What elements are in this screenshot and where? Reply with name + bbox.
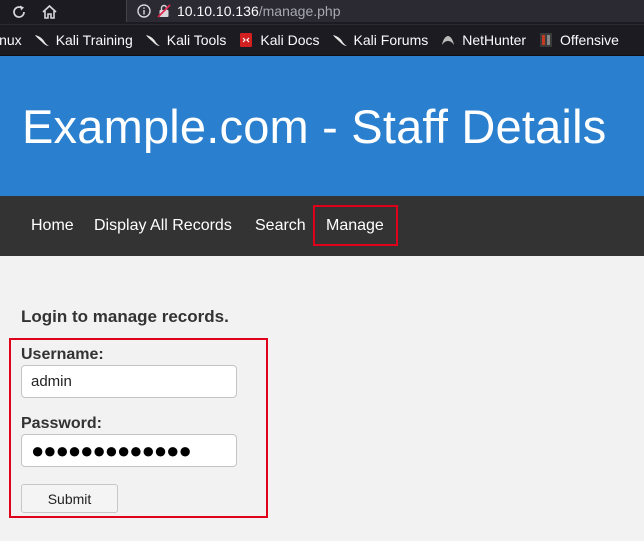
url-host: 10.10.10.136 [177,3,259,19]
browser-toolbar: 10.10.10.136/manage.php [0,0,644,24]
password-mask: ●●●●●●●●●●●●● [31,437,192,463]
bookmark-label: Kali Forums [353,32,429,48]
nav-home[interactable]: Home [31,196,74,256]
manage-highlight-box [313,205,398,246]
nav-display-all-records[interactable]: Display All Records [94,196,232,256]
bookmark-kali-linux[interactable]: inux [0,32,22,48]
username-label: Username: [21,346,104,363]
home-icon [41,4,57,19]
password-field[interactable]: ●●●●●●●●●●●●● [21,434,237,467]
bookmark-kali-forums[interactable]: Kali Forums [332,32,429,48]
kali-dragon-icon [34,32,50,48]
bookmark-kali-docs[interactable]: Kali Docs [238,32,320,48]
home-button[interactable] [36,0,62,24]
reload-icon [13,5,25,18]
kali-dragon-icon [145,32,161,48]
site-header: Example.com - Staff Details [0,56,644,196]
submit-button[interactable]: Submit [21,484,118,513]
bookmarks-bar: inux Kali Training Kali Tools Kali Docs … [0,24,644,56]
bookmark-label: Kali Docs [260,32,320,48]
bookmark-label: Kali Training [55,32,133,48]
site-title: Example.com - Staff Details [22,100,607,153]
bookmark-kali-tools[interactable]: Kali Tools [145,32,227,48]
nethunter-icon [440,32,456,48]
kali-docs-icon [238,32,254,48]
username-field[interactable]: admin [21,365,237,398]
info-icon[interactable] [137,4,151,18]
login-heading: Login to manage records. [21,307,229,326]
password-label: Password: [21,415,102,432]
kali-dragon-icon [332,32,348,48]
username-value: admin [31,373,72,390]
bookmark-label: Kali Tools [166,32,227,48]
nav-search[interactable]: Search [255,196,306,256]
bookmark-offensive-security[interactable]: Offensive [538,32,619,48]
bookmark-label: inux [0,32,22,48]
insecure-lock-icon[interactable] [157,4,171,18]
bookmark-nethunter[interactable]: NetHunter [440,32,526,48]
bookmark-label: Offensive [560,32,619,48]
offensive-security-icon [538,32,554,48]
bookmark-kali-training[interactable]: Kali Training [34,32,133,48]
reload-button[interactable] [6,0,32,24]
url-path: /manage.php [258,3,341,19]
bookmark-label: NetHunter [462,32,527,48]
address-bar[interactable]: 10.10.10.136/manage.php [126,0,644,22]
